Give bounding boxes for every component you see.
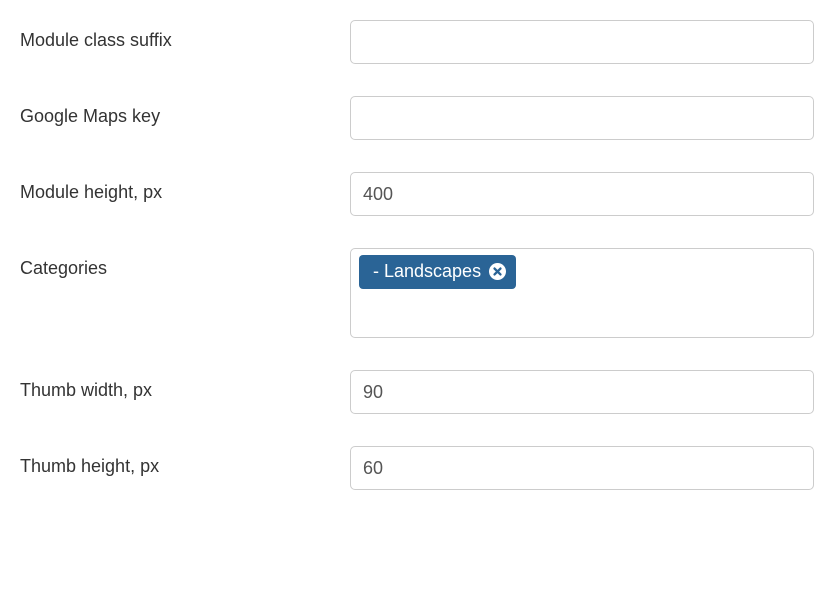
input-thumb-width[interactable] [350, 370, 814, 414]
label-categories: Categories [20, 248, 350, 279]
control-categories: - Landscapes [350, 248, 814, 338]
control-thumb-height [350, 446, 814, 490]
categories-tag-input[interactable]: - Landscapes [350, 248, 814, 338]
input-module-class-suffix[interactable] [350, 20, 814, 64]
row-categories: Categories - Landscapes [20, 248, 814, 338]
category-tag-label: - Landscapes [373, 261, 481, 283]
row-module-class-suffix: Module class suffix [20, 20, 814, 64]
category-tag: - Landscapes [359, 255, 516, 289]
label-google-maps-key: Google Maps key [20, 96, 350, 127]
row-google-maps-key: Google Maps key [20, 96, 814, 140]
input-thumb-height[interactable] [350, 446, 814, 490]
control-module-class-suffix [350, 20, 814, 64]
control-thumb-width [350, 370, 814, 414]
input-module-height[interactable] [350, 172, 814, 216]
label-thumb-width: Thumb width, px [20, 370, 350, 401]
input-google-maps-key[interactable] [350, 96, 814, 140]
control-module-height [350, 172, 814, 216]
label-thumb-height: Thumb height, px [20, 446, 350, 477]
control-google-maps-key [350, 96, 814, 140]
row-module-height: Module height, px [20, 172, 814, 216]
remove-icon[interactable] [489, 263, 506, 280]
row-thumb-height: Thumb height, px [20, 446, 814, 490]
label-module-class-suffix: Module class suffix [20, 20, 350, 51]
label-module-height: Module height, px [20, 172, 350, 203]
row-thumb-width: Thumb width, px [20, 370, 814, 414]
